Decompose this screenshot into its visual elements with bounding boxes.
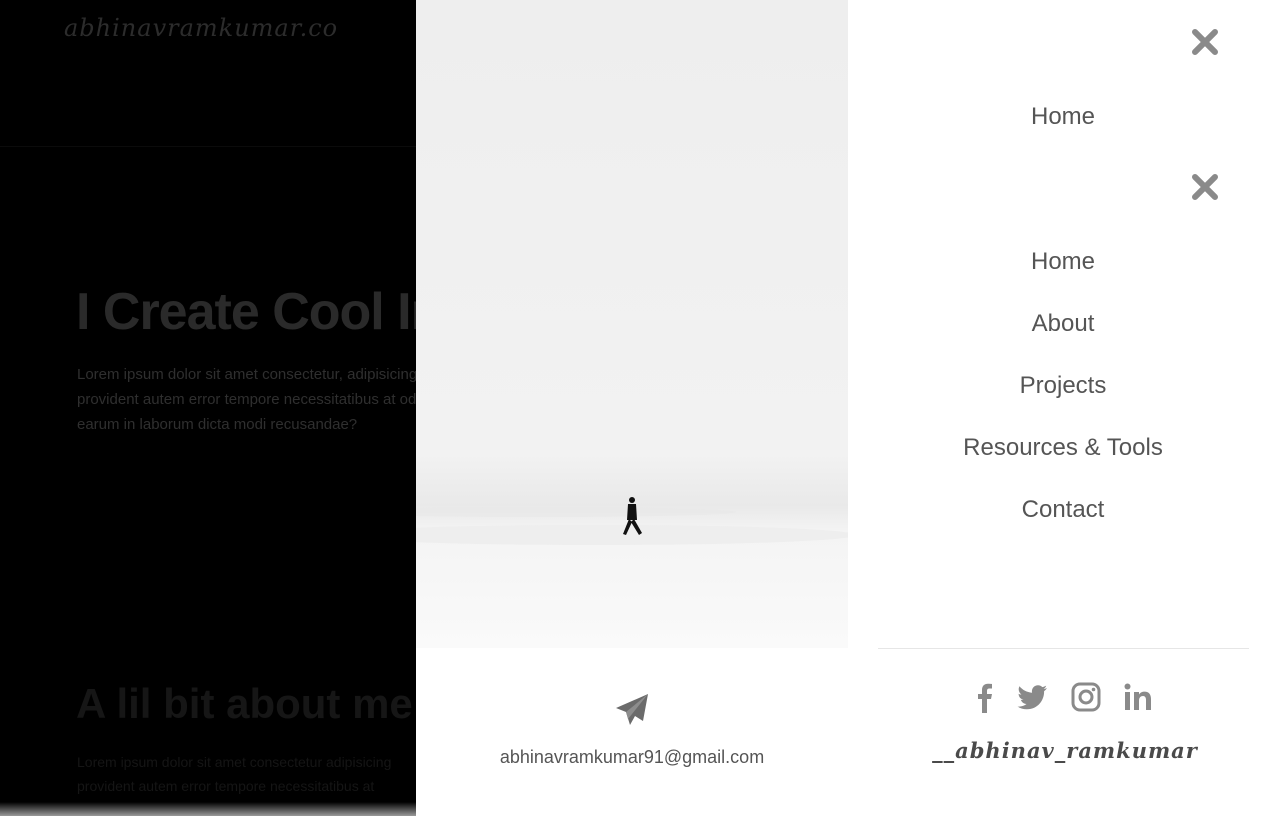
header-divider <box>0 146 416 147</box>
nav-item-resources-tools[interactable]: Resources & Tools <box>848 434 1264 462</box>
site-logo: abhinavramkumar.co <box>64 14 339 42</box>
instagram-icon[interactable] <box>1069 680 1103 714</box>
nav-item-contact[interactable]: Contact <box>848 496 1264 524</box>
contact-panel: abhinavramkumar91@gmail.com <box>416 648 848 816</box>
hero-photo <box>416 0 848 648</box>
nav-item-home[interactable]: Home <box>848 248 1264 276</box>
facebook-icon[interactable] <box>968 680 1002 714</box>
hero-paragraph-line: earum in laborum dicta modi recusandae? <box>77 416 358 433</box>
close-icon[interactable] <box>1190 27 1220 57</box>
nav-item-about[interactable]: About <box>848 310 1264 338</box>
email-link[interactable]: abhinavramkumar91@gmail.com <box>416 747 848 768</box>
close-icon[interactable] <box>1190 172 1220 202</box>
about-paragraph-line: provident autem error tempore necessitat… <box>77 778 375 794</box>
hero-paragraph: Lorem ipsum dolor sit amet consectetur, … <box>77 362 416 437</box>
navigation-menu: Home Home About Projects Resources & Too… <box>848 0 1264 816</box>
about-paragraph-line: Lorem ipsum dolor sit amet consectetur a… <box>77 754 392 770</box>
hero-title: I Create Cool In <box>76 283 416 341</box>
hero-paragraph-line: Lorem ipsum dolor sit amet consectetur, … <box>77 366 416 383</box>
twitter-icon[interactable] <box>1016 680 1050 714</box>
linkedin-icon[interactable] <box>1121 680 1155 714</box>
nav-item-home-top[interactable]: Home <box>848 103 1264 131</box>
paper-plane-icon[interactable] <box>614 692 650 728</box>
background-page: abhinavramkumar.co I Create Cool In Lore… <box>0 0 416 816</box>
snowfield-walker-image <box>416 0 848 648</box>
nav-item-projects[interactable]: Projects <box>848 372 1264 400</box>
about-title: A lil bit about me <box>76 680 413 727</box>
hero-paragraph-line: provident autem error tempore necessitat… <box>77 391 416 408</box>
about-paragraph: Lorem ipsum dolor sit amet consectetur a… <box>77 750 416 798</box>
signature-handle[interactable]: __abhinav_ramkumar <box>848 738 1264 763</box>
menu-divider <box>878 648 1249 649</box>
